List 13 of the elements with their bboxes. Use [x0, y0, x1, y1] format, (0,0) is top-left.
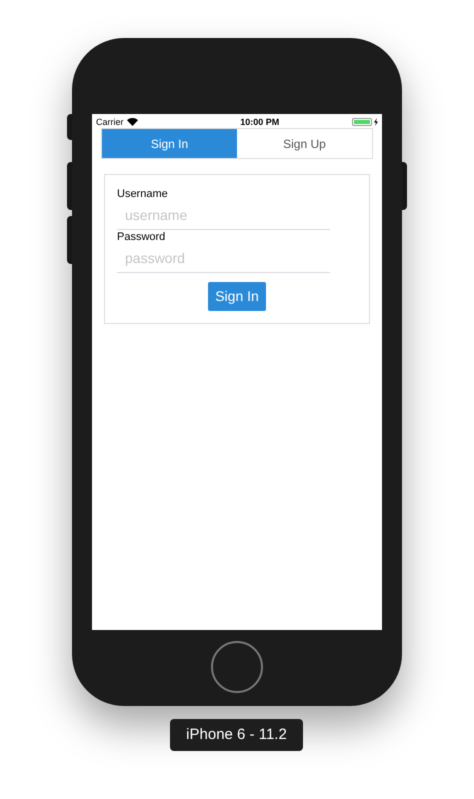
- home-button[interactable]: [211, 641, 263, 693]
- wifi-icon: [126, 118, 138, 126]
- carrier-label: Carrier: [96, 117, 124, 127]
- input-field[interactable]: username: [117, 201, 330, 230]
- battery-icon: [352, 118, 372, 126]
- sign-in-button[interactable]: Sign In: [208, 282, 266, 311]
- field-label: Username: [117, 187, 169, 201]
- field-label: Password: [117, 230, 166, 244]
- status-time: 10:00 PM: [240, 117, 280, 127]
- charging-icon: [374, 118, 378, 126]
- device-label: iPhone 6 - 11.2: [170, 719, 303, 751]
- input-field[interactable]: password: [117, 244, 330, 273]
- tab[interactable]: Sign In: [102, 129, 237, 158]
